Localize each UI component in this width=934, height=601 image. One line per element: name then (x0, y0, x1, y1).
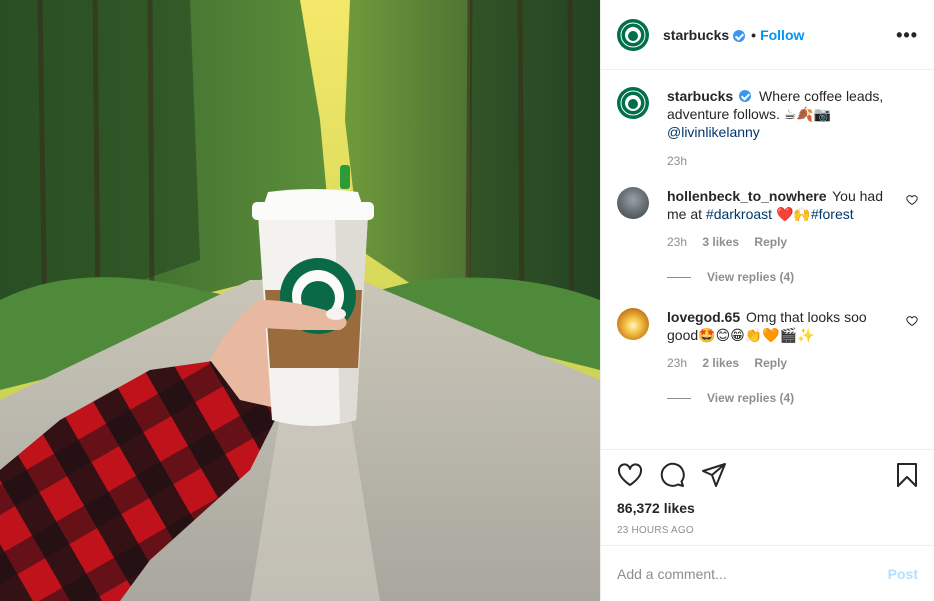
caption-mention-link[interactable]: @livinlikelanny (667, 124, 760, 140)
reply-button[interactable]: Reply (754, 356, 787, 370)
action-icons (617, 460, 918, 490)
author-avatar[interactable] (617, 18, 649, 51)
caption-username[interactable]: starbucks (667, 88, 733, 104)
caption-time[interactable]: 23h (667, 154, 687, 168)
view-replies-label: View replies (4) (707, 270, 795, 284)
reply-button[interactable]: Reply (754, 235, 787, 249)
post-header: starbucks • Follow ••• (601, 0, 934, 70)
comment-body: lovegod.65 Omg that looks soo good🤩😊😁👏🧡🎬… (667, 308, 918, 407)
comment-body: hollenbeck_to_nowhere You had me at #dar… (667, 187, 918, 286)
instagram-post-view: starbucks • Follow ••• starbucks Where c… (0, 0, 934, 601)
starbucks-logo-icon (620, 22, 646, 47)
comment-item: lovegod.65 Omg that looks soo good🤩😊😁👏🧡🎬… (617, 308, 918, 407)
view-replies-button[interactable]: View replies (4) (667, 389, 900, 407)
likes-count[interactable]: 86,372 likes (617, 500, 918, 516)
comment-time[interactable]: 23h (667, 356, 687, 370)
caption-meta: 23h (667, 153, 900, 169)
post-side-panel: starbucks • Follow ••• starbucks Where c… (600, 0, 934, 601)
divider-line (667, 397, 691, 399)
comment-likes[interactable]: 3 likes (702, 235, 739, 249)
caption-author-avatar[interactable] (617, 87, 649, 119)
comment-meta: 23h 3 likes Reply (667, 234, 900, 250)
comment-item: hollenbeck_to_nowhere You had me at #dar… (617, 187, 918, 286)
caption-comment: starbucks Where coffee leads, adventure … (617, 87, 918, 169)
view-replies-label: View replies (4) (707, 391, 795, 405)
add-comment-input[interactable] (617, 565, 888, 582)
commenter-avatar[interactable] (617, 308, 649, 340)
view-replies-button[interactable]: View replies (4) (667, 268, 900, 286)
divider-line (667, 276, 691, 278)
more-options-button[interactable]: ••• (896, 26, 918, 44)
like-comment-heart-icon[interactable] (906, 314, 918, 330)
commenter-avatar[interactable] (617, 187, 649, 219)
comments-list[interactable]: starbucks Where coffee leads, adventure … (601, 71, 934, 449)
share-send-icon[interactable] (701, 462, 727, 488)
post-actions: 86,372 likes 23 HOURS AGO (601, 449, 934, 536)
add-comment-bar: Post (601, 545, 934, 601)
starbucks-logo-icon (620, 90, 646, 116)
like-heart-icon[interactable] (617, 463, 643, 487)
separator-dot: • (751, 26, 757, 43)
post-timestamp[interactable]: 23 HOURS AGO (617, 525, 918, 536)
hashtag-link[interactable]: #darkroast (706, 206, 772, 222)
comment-meta: 23h 2 likes Reply (667, 355, 900, 371)
hashtag-link[interactable]: #forest (811, 206, 854, 222)
post-image[interactable] (0, 0, 600, 601)
follow-button[interactable]: Follow (760, 27, 804, 43)
post-photo (0, 0, 600, 601)
verified-badge-icon (733, 29, 746, 42)
author-username[interactable]: starbucks (663, 27, 729, 43)
caption-body: starbucks Where coffee leads, adventure … (667, 87, 918, 169)
comment-likes[interactable]: 2 likes (702, 356, 739, 370)
comment-emoji: ❤️🙌 (772, 206, 811, 222)
comment-time[interactable]: 23h (667, 235, 687, 249)
like-comment-heart-icon[interactable] (906, 193, 918, 209)
verified-badge-icon (739, 90, 752, 102)
comment-username[interactable]: hollenbeck_to_nowhere (667, 188, 826, 204)
comment-username[interactable]: lovegod.65 (667, 309, 740, 325)
post-comment-button[interactable]: Post (888, 566, 918, 582)
comment-bubble-icon[interactable] (659, 462, 685, 488)
bookmark-save-icon[interactable] (896, 462, 918, 488)
